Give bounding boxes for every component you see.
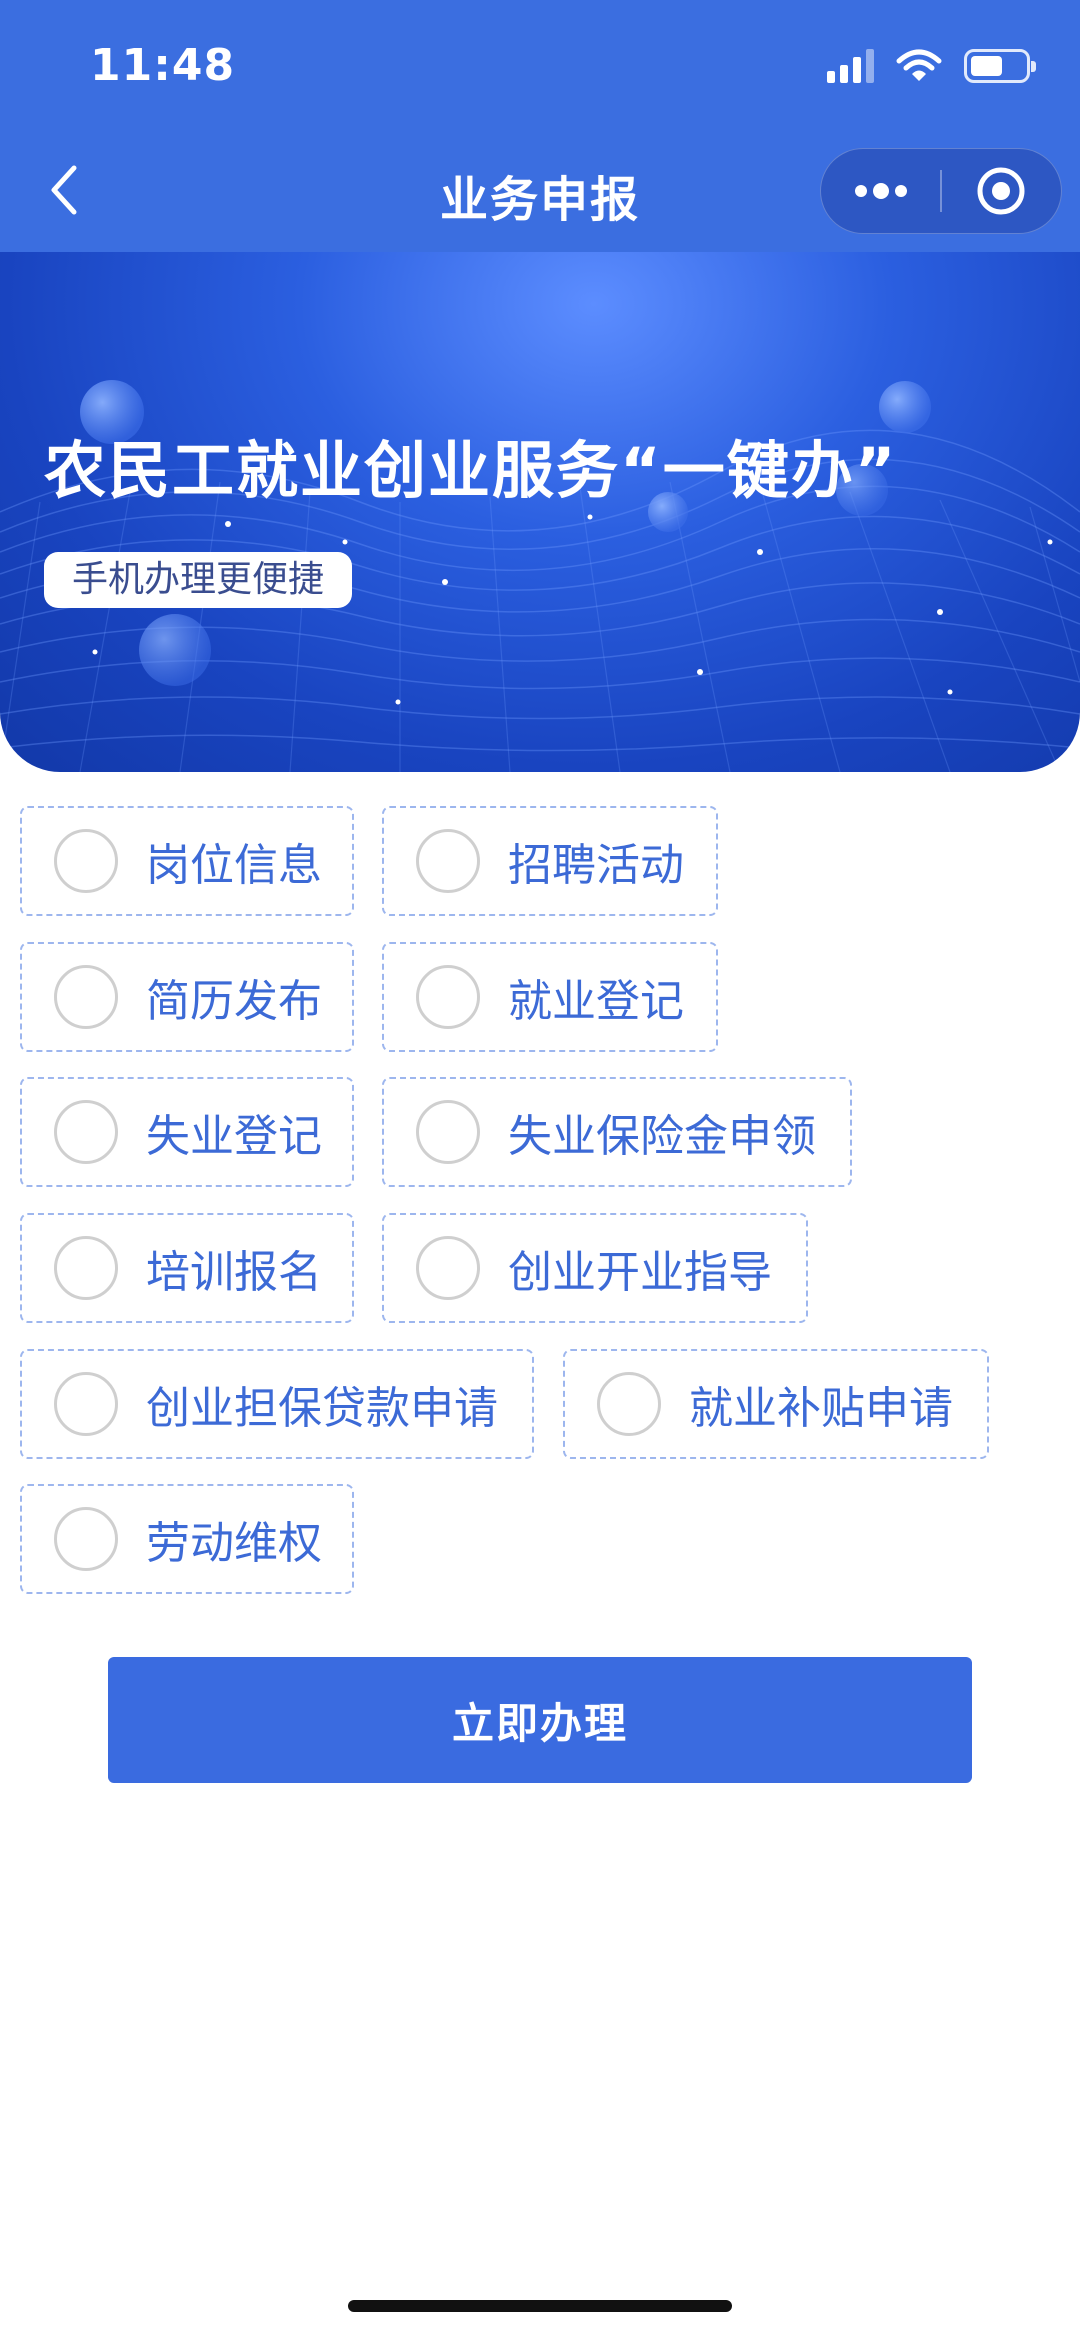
radio-circle-icon[interactable]: [54, 1507, 118, 1571]
radio-circle-icon[interactable]: [54, 829, 118, 893]
option-label: 创业担保贷款申请: [146, 1383, 498, 1434]
option-label: 就业补贴申请: [689, 1383, 953, 1434]
more-dots-icon: [854, 183, 907, 199]
mini-program-capsule: [820, 148, 1062, 234]
status-time: 11:48: [90, 40, 236, 91]
option-label: 失业保险金申领: [508, 1111, 816, 1162]
option-label: 就业登记: [508, 976, 684, 1027]
radio-circle-icon[interactable]: [416, 1236, 480, 1300]
home-indicator: [348, 2300, 732, 2312]
option-label: 失业登记: [146, 1111, 322, 1162]
option-resume[interactable]: 简历发布: [20, 942, 354, 1052]
wave-grid-decoration: [0, 380, 1080, 772]
option-business-guidance[interactable]: 创业开业指导: [382, 1213, 808, 1323]
banner-title: 农民工就业创业服务“一键办”: [44, 434, 898, 507]
status-icons: [827, 46, 1036, 86]
hero-banner: 农民工就业创业服务“一键办” 手机办理更便捷: [0, 252, 1080, 772]
more-button[interactable]: [821, 148, 940, 234]
radio-circle-icon[interactable]: [416, 965, 480, 1029]
close-button[interactable]: [942, 148, 1061, 234]
option-label: 招聘活动: [508, 840, 684, 891]
option-guaranteed-loan[interactable]: 创业担保贷款申请: [20, 1349, 534, 1459]
option-labor-rights[interactable]: 劳动维权: [20, 1484, 354, 1594]
option-employment-subsidy[interactable]: 就业补贴申请: [563, 1349, 989, 1459]
option-unemployment-insurance[interactable]: 失业保险金申领: [382, 1077, 852, 1187]
option-label: 创业开业指导: [508, 1247, 772, 1298]
wifi-icon: [896, 49, 942, 81]
option-label: 劳动维权: [146, 1518, 322, 1569]
radio-circle-icon[interactable]: [416, 1100, 480, 1164]
target-circle-icon: [977, 167, 1025, 215]
option-employment-registration[interactable]: 就业登记: [382, 942, 718, 1052]
radio-circle-icon[interactable]: [54, 1100, 118, 1164]
radio-circle-icon[interactable]: [54, 965, 118, 1029]
radio-circle-icon[interactable]: [54, 1372, 118, 1436]
header-bar: 11:48 业务申报: [0, 0, 1080, 252]
option-job-info[interactable]: 岗位信息: [20, 806, 354, 916]
radio-circle-icon[interactable]: [597, 1372, 661, 1436]
banner-subtitle-badge: 手机办理更便捷: [44, 552, 353, 608]
option-label: 培训报名: [146, 1247, 322, 1298]
battery-icon: [964, 49, 1036, 83]
submit-button[interactable]: 立即办理: [108, 1657, 972, 1783]
option-training[interactable]: 培训报名: [20, 1213, 354, 1323]
option-label: 简历发布: [146, 976, 322, 1027]
option-recruitment[interactable]: 招聘活动: [382, 806, 718, 916]
option-unemployment-registration[interactable]: 失业登记: [20, 1077, 354, 1187]
radio-circle-icon[interactable]: [54, 1236, 118, 1300]
option-label: 岗位信息: [146, 840, 322, 891]
signal-icon: [827, 49, 874, 83]
radio-circle-icon[interactable]: [416, 829, 480, 893]
